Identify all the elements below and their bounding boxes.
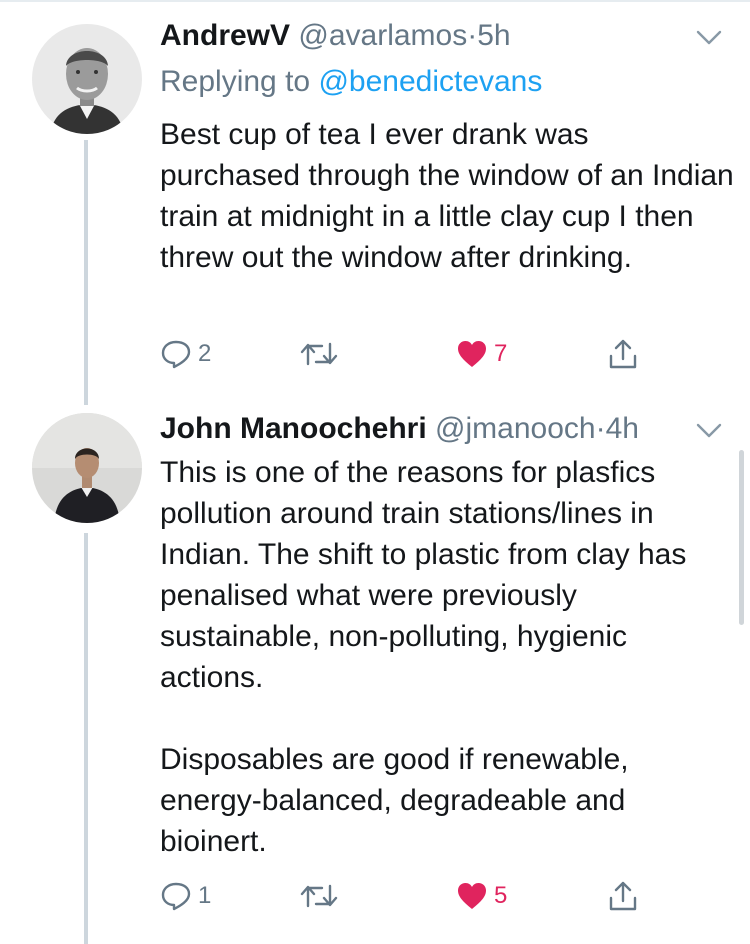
- replying-to: Replying to @benedictevans: [160, 64, 542, 100]
- heart-icon: [458, 341, 486, 367]
- mention-link[interactable]: @benedictevans: [318, 65, 542, 98]
- tweet-paragraph: Disposables are good if renewable, energ…: [160, 743, 629, 858]
- avatar[interactable]: [32, 413, 142, 523]
- share-icon: [609, 881, 637, 911]
- tweet-header: John Manoochehri @jmanooch·4h: [160, 411, 639, 447]
- share-button[interactable]: [608, 876, 638, 916]
- chevron-down-icon[interactable]: [696, 423, 722, 439]
- share-icon: [609, 339, 637, 369]
- thread-connector-line: [84, 140, 88, 405]
- retweet-button[interactable]: [300, 334, 338, 374]
- thread-connector-line: [84, 533, 88, 944]
- like-count: 7: [494, 340, 508, 367]
- reply-count: 2: [198, 340, 212, 367]
- tweet-text: Best cup of tea I ever drank was purchas…: [160, 114, 735, 278]
- like-count: 5: [494, 882, 508, 909]
- tweet-paragraph: This is one of the reasons for plasfics …: [160, 456, 687, 694]
- display-name[interactable]: AndrewV: [160, 19, 290, 52]
- retweet-icon: [300, 884, 338, 908]
- like-button[interactable]: 7: [456, 334, 507, 374]
- tweet-actions: 2 7: [160, 334, 640, 374]
- reply-button[interactable]: 1: [160, 876, 211, 916]
- replying-to-label: Replying to: [160, 65, 319, 98]
- tweet-header: AndrewV @avarlamos·5h: [160, 18, 511, 54]
- reply-icon: [161, 340, 191, 369]
- user-handle[interactable]: @jmanooch: [435, 412, 596, 445]
- scrollbar[interactable]: [739, 450, 744, 625]
- like-button[interactable]: 5: [456, 876, 507, 916]
- reply-count: 1: [198, 882, 212, 909]
- chevron-down-icon[interactable]: [696, 30, 722, 46]
- timestamp[interactable]: 4h: [606, 412, 639, 445]
- separator-dot: ·: [595, 412, 606, 445]
- reply-icon: [161, 882, 191, 911]
- top-divider: [0, 0, 750, 2]
- retweet-button[interactable]: [300, 876, 338, 916]
- reply-button[interactable]: 2: [160, 334, 211, 374]
- heart-icon: [458, 883, 486, 909]
- avatar[interactable]: [32, 24, 142, 134]
- tweet-actions: 1 5: [160, 876, 640, 916]
- retweet-icon: [300, 342, 338, 366]
- separator-dot: ·: [467, 19, 478, 52]
- tweet-text: This is one of the reasons for plasfics …: [160, 452, 735, 862]
- tweet-paragraph: Best cup of tea I ever drank was purchas…: [160, 118, 734, 274]
- user-handle[interactable]: @avarlamos: [298, 19, 467, 52]
- display-name[interactable]: John Manoochehri: [160, 412, 427, 445]
- timestamp[interactable]: 5h: [477, 19, 510, 52]
- share-button[interactable]: [608, 334, 638, 374]
